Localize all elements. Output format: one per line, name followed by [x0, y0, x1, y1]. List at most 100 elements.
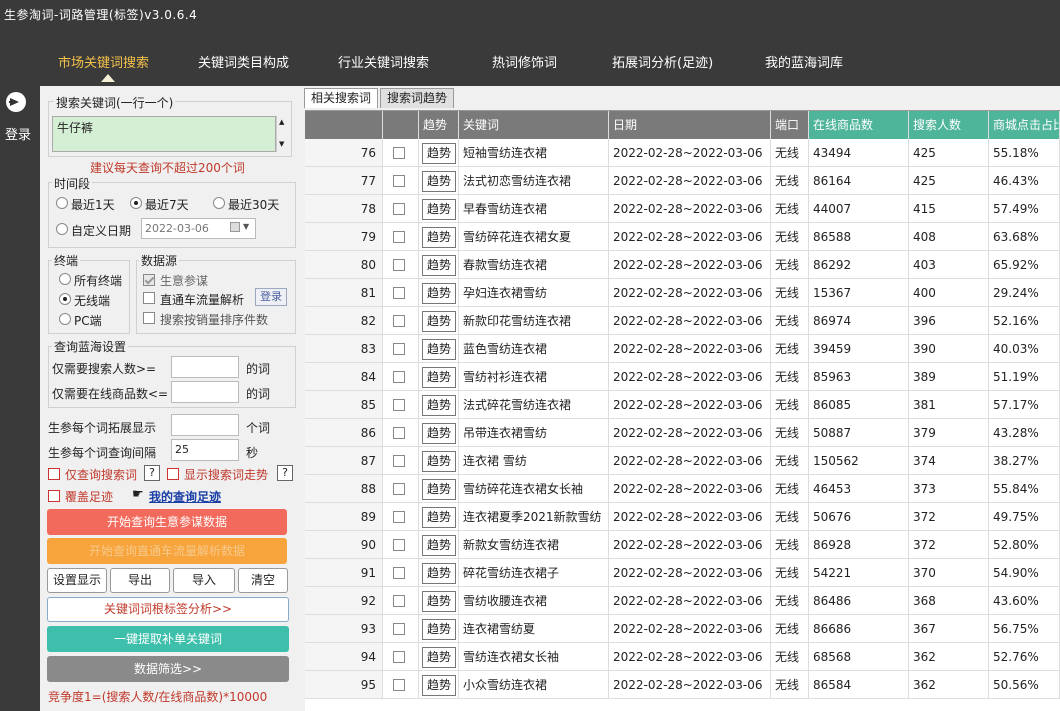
- table-row[interactable]: 79 趋势 雪纺碎花连衣裙女夏 2022-02-28~2022-03-06 无线 8658…: [305, 223, 1060, 251]
- table-row[interactable]: 84 趋势 雪纺衬衫连衣裙 2022-02-28~2022-03-06 无线 85963 3…: [305, 363, 1060, 391]
- table-row[interactable]: 90 趋势 新款女雪纺连衣裙 2022-02-28~2022-03-06 无线 86928…: [305, 531, 1060, 559]
- checkbox-only-search-words[interactable]: [48, 468, 60, 480]
- row-checkbox[interactable]: [393, 455, 405, 467]
- export-button[interactable]: 导出: [110, 568, 170, 593]
- row-checkbox[interactable]: [393, 175, 405, 187]
- max-online-goods-input[interactable]: [171, 381, 239, 403]
- table-row[interactable]: 87 趋势 连衣裙 雪纺 2022-02-28~2022-03-06 无线 150562 3…: [305, 447, 1060, 475]
- ztc-login-button[interactable]: 登录: [255, 288, 287, 306]
- table-row[interactable]: 91 趋势 碎花雪纺连衣裙子 2022-02-28~2022-03-06 无线 54221…: [305, 559, 1060, 587]
- trend-button[interactable]: 趋势: [422, 143, 456, 164]
- row-checkbox[interactable]: [393, 259, 405, 271]
- start-sycm-button[interactable]: 开始查询生意参谋数据: [47, 509, 287, 535]
- radio-last-1-day[interactable]: [56, 197, 68, 209]
- table-row[interactable]: 94 趋势 雪纺连衣裙女长袖 2022-02-28~2022-03-06 无线 68568…: [305, 643, 1060, 671]
- table-row[interactable]: 88 趋势 雪纺碎花连衣裙女长袖 2022-02-28~2022-03-06 无线 464…: [305, 475, 1060, 503]
- scroll-down-icon[interactable]: ▼: [279, 140, 284, 148]
- extract-keywords-button[interactable]: 一键提取补单关键词: [47, 626, 289, 652]
- trend-button[interactable]: 趋势: [422, 451, 456, 472]
- radio-wireless[interactable]: [59, 293, 71, 305]
- tab-search-trend[interactable]: 搜索词趋势: [380, 88, 454, 108]
- row-checkbox[interactable]: [393, 679, 405, 691]
- chevron-down-icon[interactable]: ▼: [243, 222, 249, 231]
- col-header-date[interactable]: 日期: [609, 111, 771, 139]
- trend-button[interactable]: 趋势: [422, 619, 456, 640]
- table-row[interactable]: 81 趋势 孕妇连衣裙雪纺 2022-02-28~2022-03-06 无线 15367 4…: [305, 279, 1060, 307]
- col-header-trend[interactable]: 趋势: [419, 111, 459, 139]
- checkbox-sales-sort[interactable]: [143, 312, 155, 324]
- trend-button[interactable]: 趋势: [422, 675, 456, 696]
- table-row[interactable]: 78 趋势 早春雪纺连衣裙 2022-02-28~2022-03-06 无线 44007 4…: [305, 195, 1060, 223]
- query-interval-input[interactable]: 25: [171, 439, 239, 461]
- trend-button[interactable]: 趋势: [422, 255, 456, 276]
- table-row[interactable]: 89 趋势 连衣裙夏季2021新款雪纺 2022-02-28~2022-03-06 无线…: [305, 503, 1060, 531]
- row-checkbox[interactable]: [393, 567, 405, 579]
- trend-button[interactable]: 趋势: [422, 311, 456, 332]
- row-checkbox[interactable]: [393, 595, 405, 607]
- table-row[interactable]: 80 趋势 春款雪纺连衣裙 2022-02-28~2022-03-06 无线 86292 4…: [305, 251, 1060, 279]
- settings-display-button[interactable]: 设置显示: [47, 568, 107, 593]
- trend-button[interactable]: 趋势: [422, 535, 456, 556]
- row-checkbox[interactable]: [393, 287, 405, 299]
- login-label[interactable]: 登录: [5, 124, 31, 143]
- trend-button[interactable]: 趋势: [422, 339, 456, 360]
- data-filter-button[interactable]: 数据筛选>>: [47, 656, 289, 682]
- trend-button[interactable]: 趋势: [422, 283, 456, 304]
- row-checkbox[interactable]: [393, 427, 405, 439]
- trend-button[interactable]: 趋势: [422, 395, 456, 416]
- row-checkbox[interactable]: [393, 483, 405, 495]
- nav-tab-market-search[interactable]: 市场关键词搜索: [58, 52, 149, 71]
- nav-tab-industry[interactable]: 行业关键词搜索: [338, 52, 429, 71]
- min-search-people-input[interactable]: [171, 356, 239, 378]
- col-header-keyword[interactable]: 关键词: [459, 111, 609, 139]
- radio-last-30-days[interactable]: [213, 197, 225, 209]
- radio-last-7-days[interactable]: [130, 197, 142, 209]
- table-row[interactable]: 92 趋势 雪纺收腰连衣裙 2022-02-28~2022-03-06 无线 86486 3…: [305, 587, 1060, 615]
- col-header-online-goods[interactable]: 在线商品数: [809, 111, 909, 139]
- trend-button[interactable]: 趋势: [422, 479, 456, 500]
- trend-button[interactable]: 趋势: [422, 423, 456, 444]
- trend-button[interactable]: 趋势: [422, 647, 456, 668]
- nav-tab-expand[interactable]: 拓展词分析(足迹): [612, 52, 713, 71]
- row-checkbox[interactable]: [393, 147, 405, 159]
- table-row[interactable]: 86 趋势 吊带连衣裙雪纺 2022-02-28~2022-03-06 无线 50887 3…: [305, 419, 1060, 447]
- nav-tab-bluesea[interactable]: 我的蓝海词库: [765, 52, 843, 71]
- radio-custom-date[interactable]: [56, 223, 68, 235]
- trend-button[interactable]: 趋势: [422, 591, 456, 612]
- table-row[interactable]: 95 趋势 小众雪纺连衣裙 2022-02-28~2022-03-06 无线 86584 3…: [305, 671, 1060, 699]
- radio-all-terminals[interactable]: [59, 273, 71, 285]
- start-ztc-button[interactable]: 开始查询直通车流量解析数据: [47, 538, 287, 564]
- col-header-port[interactable]: 端口: [771, 111, 809, 139]
- table-row[interactable]: 77 趋势 法式初恋雪纺连衣裙 2022-02-28~2022-03-06 无线 8616…: [305, 167, 1060, 195]
- col-header-index[interactable]: [305, 111, 383, 139]
- import-button[interactable]: 导入: [173, 568, 235, 593]
- row-checkbox[interactable]: [393, 623, 405, 635]
- keyword-textarea[interactable]: 牛仔裤: [52, 116, 276, 152]
- clear-button[interactable]: 清空: [238, 568, 288, 593]
- row-checkbox[interactable]: [393, 203, 405, 215]
- col-header-mall-click-ratio[interactable]: 商城点击占比: [989, 111, 1060, 139]
- trend-button[interactable]: 趋势: [422, 507, 456, 528]
- expand-per-word-input[interactable]: [171, 414, 239, 436]
- row-checkbox[interactable]: [393, 399, 405, 411]
- nav-tab-category[interactable]: 关键词类目构成: [198, 52, 289, 71]
- col-header-select[interactable]: [383, 111, 419, 139]
- table-row[interactable]: 83 趋势 蓝色雪纺连衣裙 2022-02-28~2022-03-06 无线 39459 3…: [305, 335, 1060, 363]
- col-header-search-people[interactable]: 搜索人数: [909, 111, 989, 139]
- row-checkbox[interactable]: [393, 511, 405, 523]
- keyword-scrollbar[interactable]: ▲ ▼: [276, 116, 288, 152]
- login-arrow-icon[interactable]: [6, 92, 26, 112]
- root-analysis-button[interactable]: 关键词词根标签分析>>: [47, 597, 289, 622]
- row-checkbox[interactable]: [393, 315, 405, 327]
- checkbox-show-trend[interactable]: [167, 468, 179, 480]
- checkbox-ztc[interactable]: [143, 292, 155, 304]
- trend-button[interactable]: 趋势: [422, 227, 456, 248]
- scroll-up-icon[interactable]: ▲: [279, 118, 284, 126]
- row-checkbox[interactable]: [393, 343, 405, 355]
- help-only-search-words[interactable]: ?: [144, 465, 160, 481]
- row-checkbox[interactable]: [393, 651, 405, 663]
- my-footprint-link[interactable]: 我的查询足迹: [149, 488, 221, 505]
- nav-tab-hotwords[interactable]: 热词修饰词: [492, 52, 557, 71]
- checkbox-cover-footprint[interactable]: [48, 490, 60, 502]
- table-row[interactable]: 93 趋势 连衣裙雪纺夏 2022-02-28~2022-03-06 无线 86686 36…: [305, 615, 1060, 643]
